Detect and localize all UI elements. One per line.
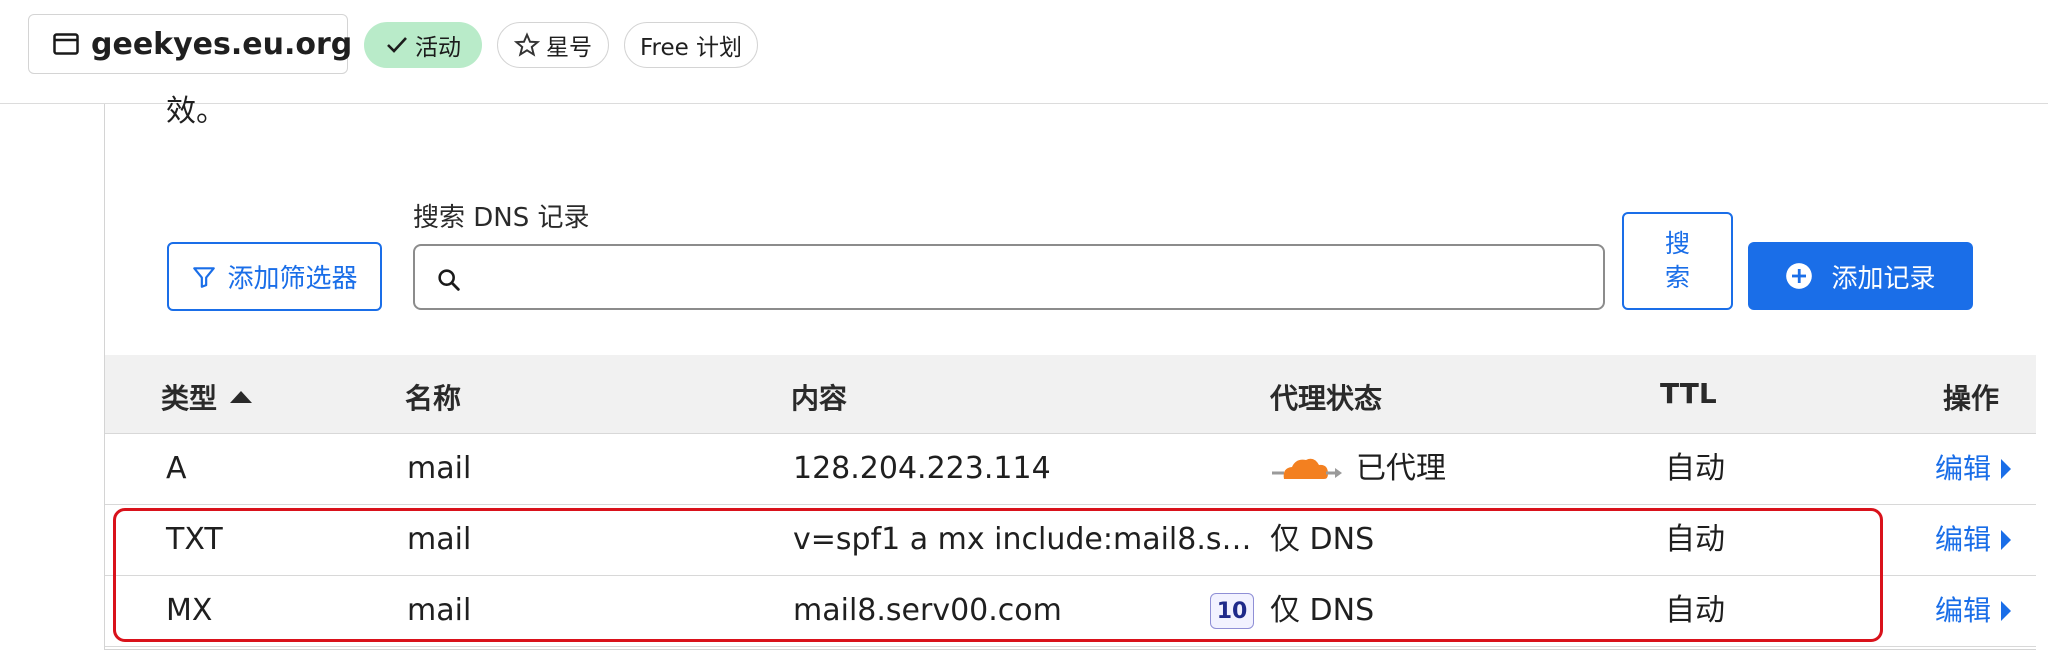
- zone-header: geekyes.eu.org 活动 星号 Free 计划: [0, 0, 2048, 104]
- add-record-button[interactable]: 添加记录: [1748, 242, 1973, 310]
- record-content: 128.204.223.114: [793, 451, 1051, 486]
- proxy-status: 仅 DNS: [1270, 505, 1374, 575]
- table-header: 类型 名称 内容 代理状态 TTL 操作: [105, 355, 2048, 434]
- column-header-actions-label: 操作: [1943, 382, 2000, 415]
- proxy-status: 仅 DNS: [1270, 576, 1374, 646]
- proxy-status: 已代理: [1270, 434, 1446, 504]
- search-label: 搜索 DNS 记录: [413, 203, 590, 233]
- search-button-label: 搜索: [1664, 229, 1690, 292]
- column-header-proxy-label: 代理状态: [1270, 382, 1383, 415]
- domain-selector[interactable]: geekyes.eu.org: [28, 14, 352, 74]
- record-type: A: [166, 451, 187, 486]
- star-icon: [514, 32, 540, 57]
- record-type: MX: [166, 593, 213, 628]
- record-ttl: 自动: [1665, 451, 1725, 486]
- edit-label: 编辑: [1935, 452, 1992, 485]
- edit-link[interactable]: 编辑: [1935, 505, 2013, 575]
- column-header-ttl[interactable]: TTL: [1660, 377, 1717, 410]
- record-name: mail: [407, 522, 472, 557]
- scrollbar-gutter: [2036, 104, 2048, 650]
- column-header-type[interactable]: 类型: [161, 377, 255, 417]
- record-ttl: 自动: [1665, 593, 1725, 628]
- record-name: mail: [407, 451, 472, 486]
- add-record-label: 添加记录: [1831, 263, 1936, 294]
- proxy-status-label: 仅 DNS: [1270, 593, 1375, 628]
- truncated-description: 效。: [166, 94, 226, 129]
- column-header-proxy[interactable]: 代理状态: [1270, 377, 1382, 417]
- star-button[interactable]: 星号: [497, 22, 609, 68]
- table-row[interactable]: MX mail mail8.serv00.com 10 仅 DNS 自动 编辑: [105, 576, 2048, 647]
- column-header-ttl-label: TTL: [1660, 377, 1717, 410]
- status-label: 活动: [415, 35, 461, 61]
- column-header-name[interactable]: 名称: [405, 377, 461, 417]
- add-filter-button[interactable]: 添加筛选器: [167, 242, 382, 311]
- plan-badge[interactable]: Free 计划: [624, 22, 758, 68]
- column-header-content-label: 内容: [791, 382, 848, 415]
- record-type: TXT: [166, 522, 223, 557]
- cloud-proxied-icon: [1272, 458, 1342, 479]
- search-icon: [438, 269, 460, 291]
- caret-right-icon: [2001, 530, 2012, 550]
- caret-right-icon: [2001, 601, 2012, 621]
- column-header-type-label: 类型: [161, 382, 218, 415]
- sort-ascending-icon: [230, 391, 253, 403]
- record-content: mail8.serv00.com: [793, 593, 1062, 628]
- edit-label: 编辑: [1935, 594, 1992, 627]
- column-header-name-label: 名称: [405, 382, 462, 415]
- filter-icon: [193, 266, 216, 288]
- checkmark-icon: [387, 37, 407, 53]
- record-name: mail: [407, 593, 472, 628]
- column-header-content[interactable]: 内容: [791, 377, 847, 417]
- mx-priority-badge: 10: [1210, 593, 1254, 629]
- record-content: v=spf1 a mx include:mail8.se...: [793, 522, 1263, 557]
- proxy-status-label: 仅 DNS: [1270, 522, 1375, 557]
- proxy-status-label: 已代理: [1356, 451, 1446, 486]
- edit-link[interactable]: 编辑: [1935, 434, 2013, 504]
- add-filter-label: 添加筛选器: [227, 264, 358, 294]
- plan-label: Free 计划: [639, 35, 743, 61]
- edit-label: 编辑: [1935, 523, 1992, 556]
- table-row[interactable]: TXT mail v=spf1 a mx include:mail8.se...…: [105, 505, 2048, 576]
- domain-name: geekyes.eu.org: [91, 26, 353, 62]
- plus-circle-icon: [1786, 263, 1813, 289]
- status-badge: 活动: [364, 22, 482, 68]
- column-header-actions: 操作: [1943, 377, 1999, 417]
- table-row[interactable]: A mail 128.204.223.114 已代理 自动 编辑: [105, 434, 2048, 505]
- dns-search-input[interactable]: [413, 244, 1605, 310]
- browser-window-icon: [53, 33, 79, 55]
- star-label: 星号: [546, 35, 592, 61]
- edit-link[interactable]: 编辑: [1935, 576, 2013, 646]
- record-ttl: 自动: [1665, 522, 1725, 557]
- search-button[interactable]: 搜索: [1622, 212, 1733, 310]
- caret-right-icon: [2001, 459, 2012, 479]
